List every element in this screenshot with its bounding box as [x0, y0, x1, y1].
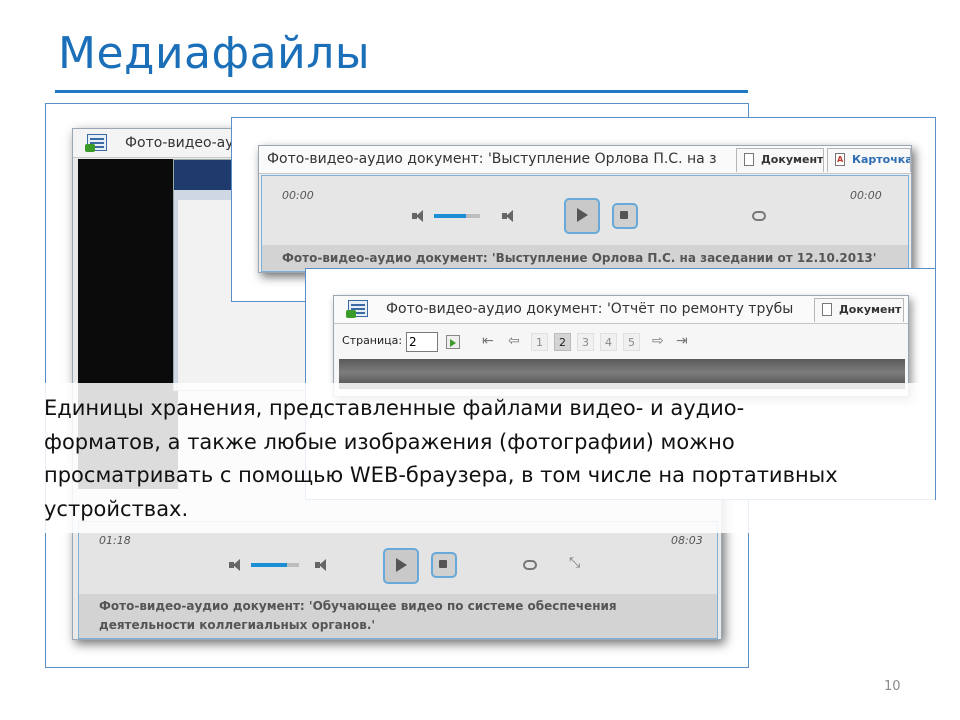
caption-area: Фото-видео-аудио документ: 'Обучающее ви… [79, 594, 717, 638]
window-title: Фото-видео-аудио документ: 'Отчёт по рем… [386, 301, 794, 317]
window-title: Фото-видео-ауд [125, 135, 244, 151]
next-page-icon[interactable]: ⇨ [652, 334, 664, 348]
tab-card-label: Карточка [852, 153, 911, 166]
play-button[interactable] [383, 548, 419, 584]
caption-line-1: Фото-видео-аудио документ: 'Обучающее ви… [99, 599, 617, 613]
loop-icon[interactable] [523, 560, 537, 570]
window-titlebar: Фото-видео-аудио документ: 'Выступление … [259, 146, 911, 174]
previous-page-icon[interactable]: ⇦ [508, 334, 520, 348]
loop-icon[interactable] [752, 211, 766, 221]
play-button[interactable] [564, 198, 600, 234]
current-time: 00:00 [282, 189, 314, 202]
volume-fill [434, 214, 466, 218]
player-controls: 01:18 08:03 ⤡ Фото-видео-аудио документ:… [78, 521, 718, 639]
player-controls: 00:00 00:00 Фото-видео-аудио документ: '… [261, 175, 909, 272]
tab-document-label: Документ [761, 153, 824, 166]
document-icon [346, 300, 368, 318]
page-link-3[interactable]: 3 [577, 333, 594, 351]
go-to-page-button[interactable] [446, 335, 460, 349]
page-link-5[interactable]: 5 [623, 333, 640, 351]
volume-up-icon[interactable] [315, 558, 329, 572]
page-link-4[interactable]: 4 [600, 333, 617, 351]
window-title: Фото-видео-аудио документ: 'Выступление … [267, 151, 717, 167]
stop-button[interactable] [431, 552, 457, 578]
tab-document-label: Документ [839, 303, 902, 316]
volume-up-icon[interactable] [502, 209, 516, 223]
first-page-icon[interactable]: ⇤ [482, 334, 494, 348]
card-tab-icon [835, 153, 845, 166]
slide-page-number: 10 [884, 679, 901, 694]
page-link-1[interactable]: 1 [531, 333, 548, 351]
total-time: 00:00 [850, 189, 882, 202]
volume-fill [251, 563, 287, 567]
mute-icon[interactable] [229, 558, 243, 572]
document-icon [85, 134, 107, 152]
volume-slider[interactable] [251, 563, 299, 567]
audio-player-window: Фото-видео-аудио документ: 'Выступление … [258, 145, 912, 273]
mute-icon[interactable] [412, 209, 426, 223]
tab-card[interactable]: Карточка [827, 148, 911, 172]
last-page-icon[interactable]: ⇥ [676, 334, 688, 348]
title-underline [55, 90, 748, 93]
volume-slider[interactable] [434, 214, 480, 218]
page-number-input[interactable] [406, 332, 438, 352]
caption-line-2: деятельности коллегиальных органов.' [99, 618, 376, 632]
fullscreen-icon[interactable]: ⤡ [569, 556, 580, 570]
total-time: 08:03 [671, 534, 703, 547]
page-label: Страница: [342, 334, 403, 347]
slide-body-text: Единицы хранения, представленные файлами… [44, 396, 838, 521]
current-time: 01:18 [99, 534, 131, 547]
page-link-2[interactable]: 2 [554, 333, 571, 351]
stop-button[interactable] [612, 203, 638, 229]
document-tab-icon [822, 303, 832, 316]
tab-document[interactable]: Документ [814, 298, 904, 322]
slide-title: Медиафайлы [58, 28, 371, 79]
window-titlebar: Фото-видео-аудио документ: 'Отчёт по рем… [334, 296, 908, 324]
tab-document[interactable]: Документ [736, 148, 824, 172]
caption-text: Фото-видео-аудио документ: 'Выступление … [282, 251, 877, 265]
document-tab-icon [744, 153, 754, 166]
